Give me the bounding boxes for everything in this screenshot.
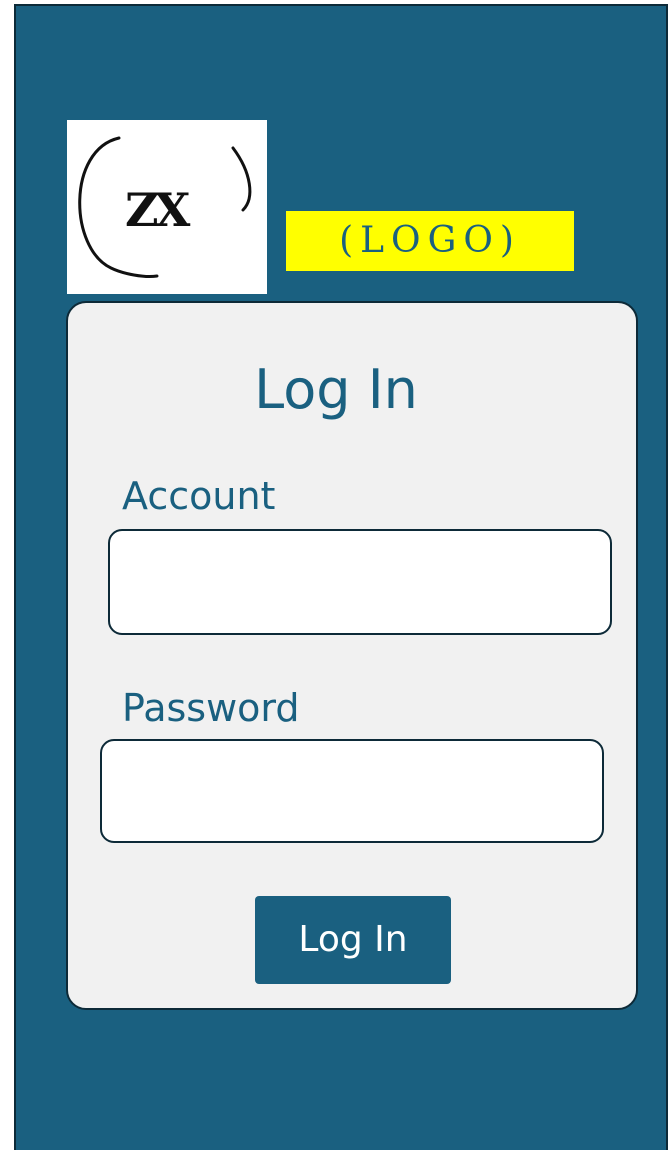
login-button[interactable]: Log In — [255, 896, 451, 984]
account-field[interactable] — [108, 529, 612, 635]
logo-mark-text: ZX — [125, 183, 191, 237]
page-title: Log In — [254, 358, 418, 421]
password-label: Password — [122, 686, 300, 730]
account-label: Account — [122, 474, 276, 518]
password-field[interactable] — [100, 739, 604, 843]
logo-image: ZX — [67, 120, 267, 294]
zx-logo-icon: ZX — [78, 136, 252, 278]
logo-placeholder-label: (LOGO) — [286, 211, 574, 271]
